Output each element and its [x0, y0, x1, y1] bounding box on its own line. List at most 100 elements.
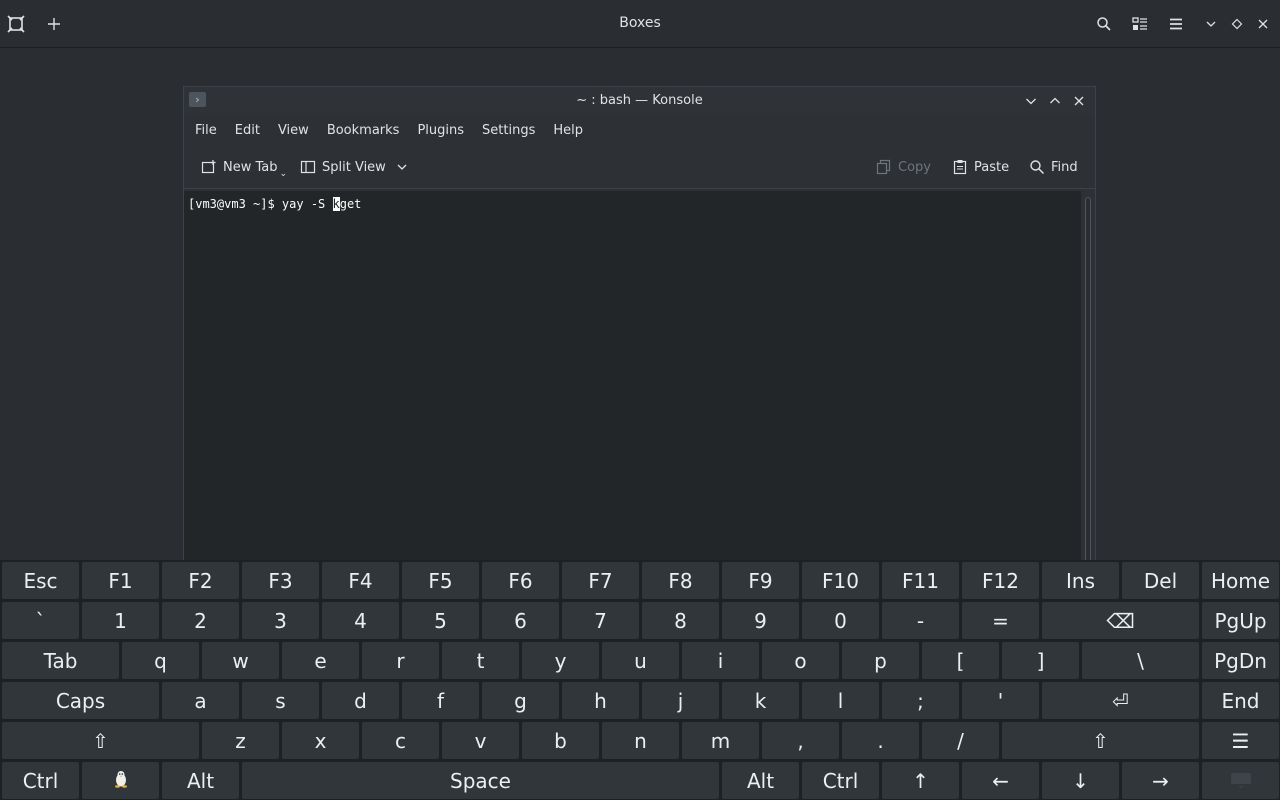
key-enter[interactable]: ⏎ [1042, 682, 1199, 719]
menu-edit[interactable]: Edit [226, 123, 269, 138]
key-f8[interactable]: F8 [642, 562, 719, 599]
menu-view[interactable]: View [269, 123, 318, 138]
key-right[interactable]: → [1122, 762, 1199, 799]
minimize-icon[interactable] [1198, 8, 1224, 40]
key-caps[interactable]: Caps [2, 682, 159, 719]
key-shift-left[interactable]: ⇧ [2, 722, 199, 759]
key-period[interactable]: . [842, 722, 919, 759]
key-right-bracket[interactable]: ] [1002, 642, 1079, 679]
key-backslash[interactable]: \ [1082, 642, 1199, 679]
key-ctrl-left[interactable]: Ctrl [2, 762, 79, 799]
key-up[interactable]: ↑ [882, 762, 959, 799]
key-1[interactable]: 1 [82, 602, 159, 639]
chevron-down-icon[interactable] [396, 161, 408, 173]
key-f4[interactable]: F4 [322, 562, 399, 599]
key-7[interactable]: 7 [562, 602, 639, 639]
terminal-area[interactable]: [vm3@vm3 ~]$ yay -S kget [184, 191, 1081, 565]
key-alt-right[interactable]: Alt [722, 762, 799, 799]
key-f5[interactable]: F5 [402, 562, 479, 599]
key-k[interactable]: k [722, 682, 799, 719]
key-semicolon[interactable]: ; [882, 682, 959, 719]
key-t[interactable]: t [442, 642, 519, 679]
key-ins[interactable]: Ins [1042, 562, 1119, 599]
key-tab[interactable]: Tab [2, 642, 119, 679]
menu-settings[interactable]: Settings [473, 123, 544, 138]
key-f12[interactable]: F12 [962, 562, 1039, 599]
key-o[interactable]: o [762, 642, 839, 679]
key-esc[interactable]: Esc [2, 562, 79, 599]
boxes-logo-icon[interactable] [0, 8, 32, 40]
hamburger-menu-icon[interactable] [1158, 8, 1194, 40]
find-button[interactable]: Find [1029, 155, 1078, 179]
search-icon[interactable] [1086, 8, 1122, 40]
key-f[interactable]: f [402, 682, 479, 719]
key-space[interactable]: Space [242, 762, 719, 799]
key-b[interactable]: b [522, 722, 599, 759]
copy-button[interactable]: Copy [876, 155, 931, 179]
key-del[interactable]: Del [1122, 562, 1199, 599]
key-q[interactable]: q [122, 642, 199, 679]
key-d[interactable]: d [322, 682, 399, 719]
key-f9[interactable]: F9 [722, 562, 799, 599]
key-left[interactable]: ← [962, 762, 1039, 799]
key-keyboard-hide[interactable] [1202, 762, 1279, 799]
terminal-scrollbar[interactable] [1081, 191, 1095, 565]
key-slash[interactable]: / [922, 722, 999, 759]
view-toggle-icon[interactable] [1122, 8, 1158, 40]
konsole-close-icon[interactable] [1067, 91, 1091, 111]
key-h[interactable]: h [562, 682, 639, 719]
key-backtick[interactable]: ` [2, 602, 79, 639]
konsole-minimize-icon[interactable] [1019, 91, 1043, 111]
key-quote[interactable]: ' [962, 682, 1039, 719]
key-down[interactable]: ↓ [1042, 762, 1119, 799]
konsole-titlebar[interactable]: › ~ : bash — Konsole [184, 87, 1095, 115]
key-alt-left[interactable]: Alt [162, 762, 239, 799]
konsole-maximize-icon[interactable] [1043, 91, 1067, 111]
key-home[interactable]: Home [1202, 562, 1279, 599]
key-4[interactable]: 4 [322, 602, 399, 639]
key-5[interactable]: 5 [402, 602, 479, 639]
menu-bookmarks[interactable]: Bookmarks [318, 123, 409, 138]
key-l[interactable]: l [802, 682, 879, 719]
key-8[interactable]: 8 [642, 602, 719, 639]
key-f10[interactable]: F10 [802, 562, 879, 599]
key-p[interactable]: p [842, 642, 919, 679]
key-0[interactable]: 0 [802, 602, 879, 639]
key-f6[interactable]: F6 [482, 562, 559, 599]
key-3[interactable]: 3 [242, 602, 319, 639]
key-tux[interactable] [82, 762, 159, 799]
key-u[interactable]: u [602, 642, 679, 679]
key-e[interactable]: e [282, 642, 359, 679]
menu-help[interactable]: Help [544, 123, 592, 138]
key-equals[interactable]: = [962, 602, 1039, 639]
paste-button[interactable]: Paste [952, 155, 1009, 179]
key-f1[interactable]: F1 [82, 562, 159, 599]
key-f2[interactable]: F2 [162, 562, 239, 599]
key-2[interactable]: 2 [162, 602, 239, 639]
key-x[interactable]: x [282, 722, 359, 759]
split-view-button[interactable]: Split View [300, 155, 414, 179]
add-icon[interactable] [38, 8, 70, 40]
key-c[interactable]: c [362, 722, 439, 759]
key-w[interactable]: w [202, 642, 279, 679]
key-g[interactable]: g [482, 682, 559, 719]
key-z[interactable]: z [202, 722, 279, 759]
key-j[interactable]: j [642, 682, 719, 719]
key-9[interactable]: 9 [722, 602, 799, 639]
key-v[interactable]: v [442, 722, 519, 759]
key-menu[interactable]: ☰ [1202, 722, 1279, 759]
key-n[interactable]: n [602, 722, 679, 759]
key-pgup[interactable]: PgUp [1202, 602, 1279, 639]
key-r[interactable]: r [362, 642, 439, 679]
key-m[interactable]: m [682, 722, 759, 759]
close-icon[interactable] [1250, 8, 1276, 40]
key-i[interactable]: i [682, 642, 759, 679]
key-minus[interactable]: - [882, 602, 959, 639]
key-f3[interactable]: F3 [242, 562, 319, 599]
menu-file[interactable]: File [186, 123, 226, 138]
key-s[interactable]: s [242, 682, 319, 719]
menu-plugins[interactable]: Plugins [408, 123, 473, 138]
key-comma[interactable]: , [762, 722, 839, 759]
key-backspace[interactable]: ⌫ [1042, 602, 1199, 639]
new-tab-button[interactable]: New Tab ⌄ [201, 155, 287, 179]
